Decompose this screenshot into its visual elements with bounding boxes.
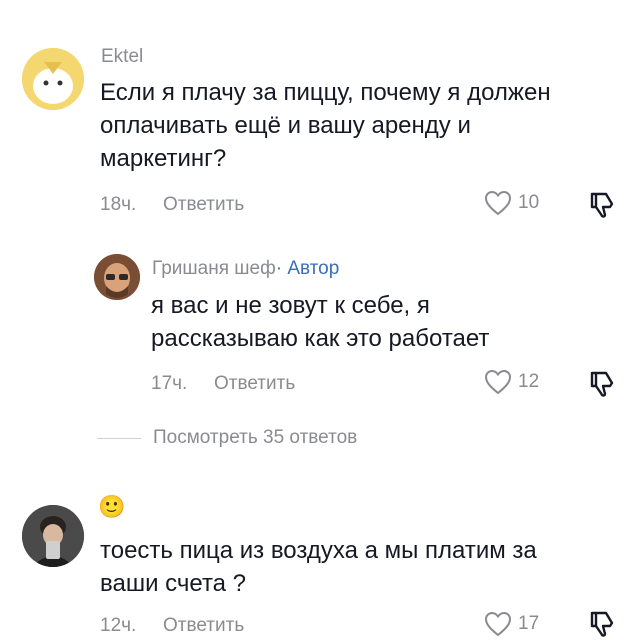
avatar[interactable] [22, 48, 84, 110]
username-emoji[interactable]: 🙂 [98, 494, 125, 520]
comment-text-line: я вас и не зовут к себе, я [151, 292, 430, 319]
heart-icon [484, 190, 512, 216]
username[interactable]: Ektel [101, 46, 143, 68]
like-button[interactable]: 10 [484, 190, 539, 216]
comment-text-line: тоесть пица из воздуха а мы платим за [100, 537, 537, 564]
username[interactable]: Гришаня шеф· Автор [152, 258, 339, 280]
author-badge: · Автор [275, 258, 340, 279]
comment-text-line: оплачивать ещё и вашу аренду и [100, 112, 471, 139]
heart-icon [484, 611, 512, 637]
avatar[interactable] [22, 505, 84, 567]
like-button[interactable]: 12 [484, 369, 539, 395]
reply-button[interactable]: Ответить [163, 615, 244, 637]
like-count: 10 [518, 192, 540, 213]
view-replies-button[interactable]: Посмотреть 35 ответов [97, 427, 357, 449]
view-replies-label: Посмотреть 35 ответов [153, 427, 358, 448]
timestamp: 12ч. [100, 615, 137, 636]
like-count: 17 [518, 613, 540, 634]
comment-text-line: рассказываю как это работает [151, 325, 490, 352]
thumbs-down-icon [590, 192, 614, 218]
comment-text-line: ваши счета ? [100, 570, 247, 597]
thumbs-down-icon [590, 611, 614, 637]
avatar[interactable] [94, 254, 140, 300]
reply-button[interactable]: Ответить [214, 373, 295, 395]
like-count: 12 [518, 371, 540, 392]
heart-icon [484, 369, 512, 395]
dislike-button[interactable] [586, 369, 616, 404]
dislike-button[interactable] [586, 609, 616, 644]
comment-text-line: маркетинг? [100, 145, 227, 172]
like-button[interactable]: 17 [484, 611, 539, 637]
dislike-button[interactable] [586, 190, 616, 225]
timestamp: 17ч. [151, 373, 188, 394]
reply-button[interactable]: Ответить [163, 194, 244, 216]
timestamp: 18ч. [100, 194, 137, 215]
thumbs-down-icon [590, 371, 614, 397]
comment-text-line: Если я плачу за пиццу, почему я должен [100, 79, 551, 106]
divider [97, 437, 141, 439]
